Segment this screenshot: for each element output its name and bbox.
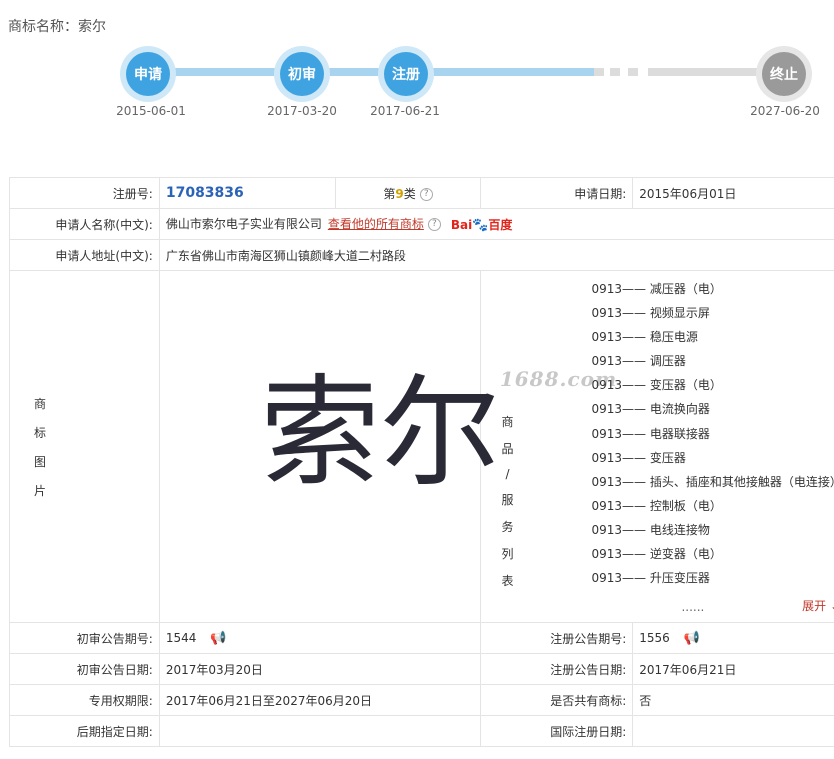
step-register: 注册 [378,46,434,102]
service-item: 0913—— 减压器（电） [591,282,722,296]
timeline-bar-done [150,68,594,76]
service-item: 0913—— 控制板（电） [591,498,722,513]
announcement-horn-icon[interactable]: 📢 [684,631,700,646]
service-item: 0913—— 插头、插座和其他接触器（电连接） [591,474,834,489]
shared-value: 否 [632,684,834,716]
more-ellipsis: ...... [681,600,705,614]
title-label: 商标名称： [8,19,78,35]
service-item: 0913—— 调压器 [591,354,686,369]
prelim-no-label: 初审公告期号: [9,622,160,654]
help-icon[interactable]: ? [427,218,441,231]
applicant-value: 佛山市索尔电子实业有限公司 [165,217,322,231]
announcement-horn-icon[interactable]: 📢 [210,631,226,646]
service-item: 0913—— 升压变压器 [591,571,710,586]
service-item: 0913—— 变压器（电） [591,378,722,393]
trademark-info-table: 注册号: 17083836 第9类? 申请日期: 2015年06月01日 申请人… [9,177,834,747]
class-cell: 第9类? [334,177,482,209]
reg-no-value: 17083836 [165,185,244,201]
intl-date-label: 国际注册日期: [480,715,634,747]
applicant-label: 申请人名称(中文): [9,208,160,240]
expand-button[interactable]: 展开 ⌄ [802,597,834,614]
later-date-value [158,715,482,747]
services-label: 商品 / 服务列表 [501,415,514,588]
all-marks-link[interactable]: 查看他的所有商标 [328,217,424,231]
step-apply: 申请 [120,46,176,102]
mark-image-cell: 1688.com 索尔 [158,270,616,623]
step-date: 2027-06-20 [750,104,820,118]
service-item: 0913—— 逆变器（电） [591,547,722,562]
services-cell: 商品 / 服务列表 0913—— 减压器（电） 0913—— 视频显示屏 0913—— … [480,270,834,623]
service-item: 0913—— 电线连接物 [591,522,710,537]
mark-image-label-cell: 商标图片 [9,270,160,623]
reg-pub-no-value: 1556 [639,630,670,645]
timeline-dash [628,68,638,76]
apply-date-label: 申请日期: [480,177,634,209]
reg-no-label: 注册号: [9,177,160,209]
service-item: 0913—— 电器联接器 [591,426,710,441]
service-item: 0913—— 视频显示屏 [591,306,710,321]
title-value: 索尔 [78,19,106,35]
exclusive-value: 2017年06月21日至2027年06月20日 [158,684,482,716]
prelim-date-label: 初审公告日期: [9,653,160,685]
prelim-no-value: 1544 [165,630,197,645]
address-label: 申请人地址(中文): [9,239,160,271]
timeline-dash [594,68,604,76]
mark-image-label: 商标图片 [33,396,46,498]
reg-pub-date-label: 注册公告日期: [480,653,634,685]
timeline-dash [610,68,620,76]
reg-pub-date-value: 2017年06月21日 [632,653,834,685]
exclusive-label: 专用权期限: [9,684,160,716]
applicant-cell: 佛山市索尔电子实业有限公司 查看他的所有商标? Bai🐾百度 [158,208,834,240]
trademark-text: 索尔 [260,364,500,503]
step-prelim: 初审 [274,46,330,102]
step-date: 2015-06-01 [116,104,186,118]
step-end: 终止 [756,46,812,102]
step-date: 2017-06-21 [370,104,440,118]
step-date: 2017-03-20 [267,104,337,118]
service-item: 0913—— 变压器 [591,450,686,465]
apply-date-value: 2015年06月01日 [632,177,834,209]
class-number: 9 [395,186,404,201]
help-icon[interactable]: ? [419,187,433,201]
services-list: 0913—— 减压器（电） 0913—— 视频显示屏 0913—— 稳压电源 0913… [591,277,834,593]
address-value: 广东省佛山市南海区狮山镇颜峰大道二村路段 [158,239,834,271]
page-title: 商标名称：索尔 [8,16,106,36]
service-item: 0913—— 稳压电源 [591,330,698,345]
shared-label: 是否共有商标: [480,684,634,716]
baidu-search-button[interactable]: Bai🐾百度 [451,216,513,233]
reg-pub-no-label: 注册公告期号: [480,622,634,654]
later-date-label: 后期指定日期: [9,715,160,747]
prelim-date-value: 2017年03月20日 [158,653,482,685]
service-item: 0913—— 电流换向器 [591,402,710,417]
baidu-paw-icon: 🐾 [472,218,489,233]
intl-date-value [632,715,834,747]
